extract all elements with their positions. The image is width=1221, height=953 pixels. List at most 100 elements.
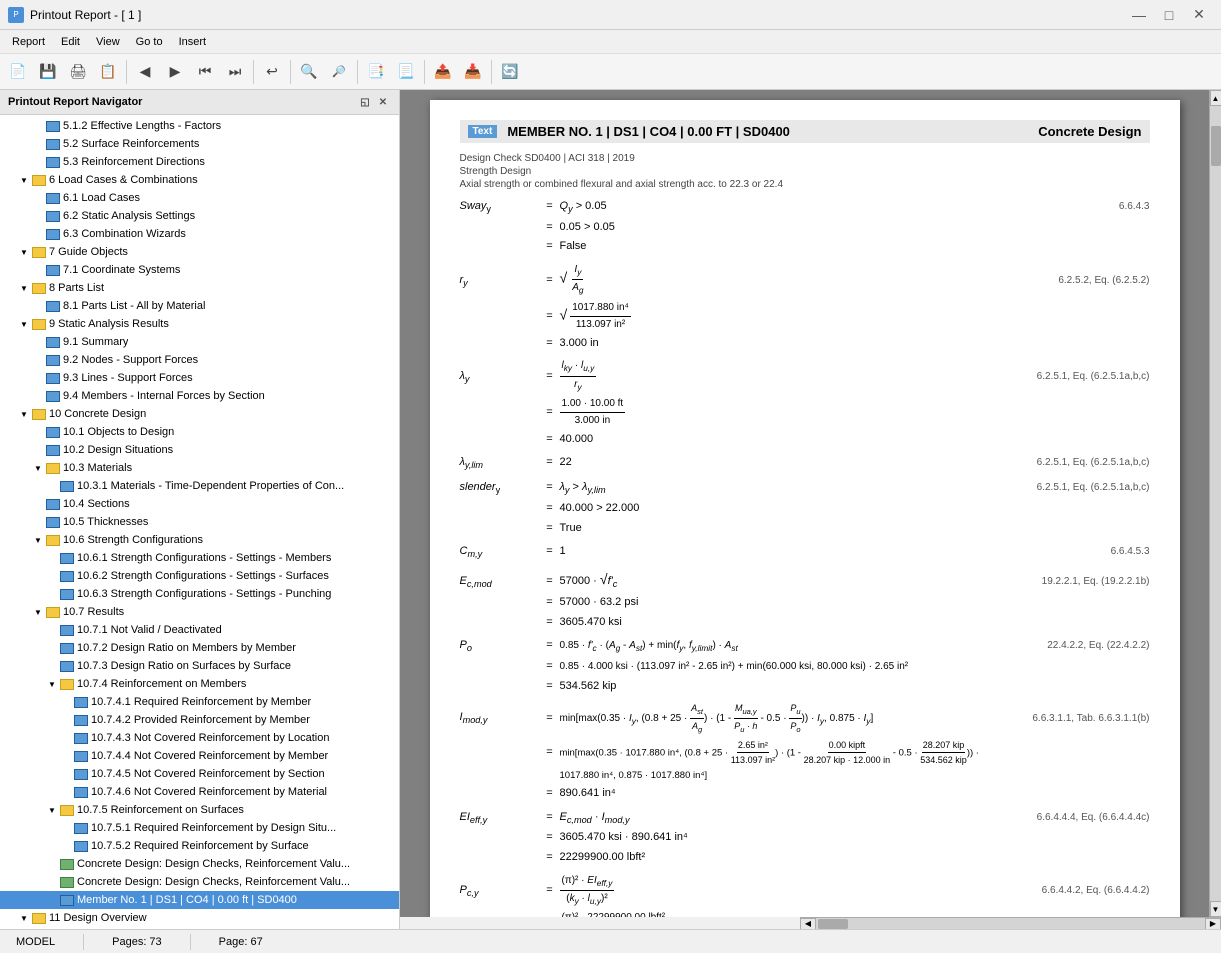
tree-item-10.7.4.5[interactable]: 10.7.4.5 Not Covered Reinforcement by Se… <box>0 765 399 783</box>
tree-icon-10.7.5 <box>60 805 74 816</box>
save-button[interactable]: 💾 <box>34 58 62 86</box>
tree-item-10[interactable]: ▼10 Concrete Design <box>0 405 399 423</box>
scroll-thumb[interactable] <box>1211 126 1221 166</box>
tree-item-10.6.2[interactable]: 10.6.2 Strength Configurations - Setting… <box>0 567 399 585</box>
tree-item-8[interactable]: ▼8 Parts List <box>0 279 399 297</box>
tree-label-7.1: 7.1 Coordinate Systems <box>63 264 180 276</box>
export-pdf-button[interactable]: 📑 <box>362 58 390 86</box>
tree-toggle-10.7.1 <box>46 624 58 636</box>
menu-insert[interactable]: Insert <box>171 34 215 50</box>
tree-item-10.7.4.6[interactable]: 10.7.4.6 Not Covered Reinforcement by Ma… <box>0 783 399 801</box>
tree-icon-5.1.2 <box>46 121 60 132</box>
tree-item-6.1[interactable]: 6.1 Load Cases <box>0 189 399 207</box>
scroll-left-arrow[interactable]: ◀ <box>800 918 816 930</box>
scroll-up-arrow[interactable]: ▲ <box>1210 90 1221 106</box>
tree-item-11[interactable]: ▼11 Design Overview <box>0 909 399 927</box>
tree-item-10.7.4.4[interactable]: 10.7.4.4 Not Covered Reinforcement by Me… <box>0 747 399 765</box>
tree-toggle-10.4 <box>32 498 44 510</box>
tree-item-10.7.5.1[interactable]: 10.7.5.1 Required Reinforcement by Desig… <box>0 819 399 837</box>
tree-item-cd2[interactable]: Concrete Design: Design Checks, Reinforc… <box>0 873 399 891</box>
send-button[interactable]: 📤 <box>429 58 457 86</box>
tree-item-10.3.1[interactable]: 10.3.1 Materials - Time-Dependent Proper… <box>0 477 399 495</box>
tree-item-5.1.2[interactable]: 5.1.2 Effective Lengths - Factors <box>0 117 399 135</box>
tree-label-5.3: 5.3 Reinforcement Directions <box>63 156 205 168</box>
tree-item-9.1[interactable]: 9.1 Summary <box>0 333 399 351</box>
tree-label-member1: Member No. 1 | DS1 | CO4 | 0.00 ft | SD0… <box>77 894 297 906</box>
prev-button[interactable]: ◀ <box>131 58 159 86</box>
tree-item-10.5[interactable]: 10.5 Thicknesses <box>0 513 399 531</box>
tree-item-6.3[interactable]: 6.3 Combination Wizards <box>0 225 399 243</box>
next-button[interactable]: ▶ <box>161 58 189 86</box>
nav-tree[interactable]: 5.1.2 Effective Lengths - Factors5.2 Sur… <box>0 115 399 929</box>
close-button[interactable]: ✕ <box>1185 4 1213 26</box>
tree-item-5.3[interactable]: 5.3 Reinforcement Directions <box>0 153 399 171</box>
tree-item-10.7.5.2[interactable]: 10.7.5.2 Required Reinforcement by Surfa… <box>0 837 399 855</box>
menu-goto[interactable]: Go to <box>128 34 171 50</box>
nav-close-button[interactable]: ✕ <box>375 94 391 110</box>
tree-toggle-10.6.3 <box>46 588 58 600</box>
back-button[interactable]: ↩ <box>258 58 286 86</box>
tree-item-10.2[interactable]: 10.2 Design Situations <box>0 441 399 459</box>
tree-item-10.3[interactable]: ▼10.3 Materials <box>0 459 399 477</box>
tree-item-10.7.2[interactable]: 10.7.2 Design Ratio on Members by Member <box>0 639 399 657</box>
tree-item-9.3[interactable]: 9.3 Lines - Support Forces <box>0 369 399 387</box>
menu-view[interactable]: View <box>88 34 128 50</box>
tree-item-7[interactable]: ▼7 Guide Objects <box>0 243 399 261</box>
tree-item-10.7.4.2[interactable]: 10.7.4.2 Provided Reinforcement by Membe… <box>0 711 399 729</box>
tree-item-10.7.3[interactable]: 10.7.3 Design Ratio on Surfaces by Surfa… <box>0 657 399 675</box>
tree-item-9.2[interactable]: 9.2 Nodes - Support Forces <box>0 351 399 369</box>
minimize-button[interactable]: — <box>1125 4 1153 26</box>
tree-item-7.1[interactable]: 7.1 Coordinate Systems <box>0 261 399 279</box>
last-button[interactable]: ⏭ <box>221 58 249 86</box>
tree-item-10.7.5[interactable]: ▼10.7.5 Reinforcement on Surfaces <box>0 801 399 819</box>
horizontal-scrollbar[interactable]: ◀ ▶ <box>800 917 1221 929</box>
tree-toggle-6.2 <box>32 210 44 222</box>
tree-item-member1[interactable]: Member No. 1 | DS1 | CO4 | 0.00 ft | SD0… <box>0 891 399 909</box>
tree-item-10.6.3[interactable]: 10.6.3 Strength Configurations - Setting… <box>0 585 399 603</box>
tree-icon-10.7.4.2 <box>74 715 88 726</box>
tree-item-9[interactable]: ▼9 Static Analysis Results <box>0 315 399 333</box>
first-button[interactable]: ⏮ <box>191 58 219 86</box>
tree-item-10.7.4.1[interactable]: 10.7.4.1 Required Reinforcement by Membe… <box>0 693 399 711</box>
tree-item-11.1[interactable]: 11.1 Design Overview <box>0 927 399 929</box>
scroll-right-arrow[interactable]: ▶ <box>1205 918 1221 930</box>
tree-item-10.6[interactable]: ▼10.6 Strength Configurations <box>0 531 399 549</box>
content-area[interactable]: Text MEMBER NO. 1 | DS1 | CO4 | 0.00 FT … <box>400 90 1209 917</box>
menu-edit[interactable]: Edit <box>53 34 88 50</box>
tree-item-9.4[interactable]: 9.4 Members - Internal Forces by Section <box>0 387 399 405</box>
tree-toggle-10.5 <box>32 516 44 528</box>
tree-item-5.2[interactable]: 5.2 Surface Reinforcements <box>0 135 399 153</box>
export-button[interactable]: 📃 <box>392 58 420 86</box>
refresh-button[interactable]: 🔄 <box>496 58 524 86</box>
tree-item-8.1[interactable]: 8.1 Parts List - All by Material <box>0 297 399 315</box>
tree-item-10.4[interactable]: 10.4 Sections <box>0 495 399 513</box>
formula-pcy: Pc,y = (π)² · EIeff,y (ky · lu,y)² 6.6.4… <box>460 873 1150 917</box>
maximize-button[interactable]: □ <box>1155 4 1183 26</box>
copy-button[interactable]: 📋 <box>94 58 122 86</box>
tree-item-cd1[interactable]: Concrete Design: Design Checks, Reinforc… <box>0 855 399 873</box>
h-scroll-thumb[interactable] <box>818 919 848 929</box>
receive-button[interactable]: 📥 <box>459 58 487 86</box>
report-header: Text MEMBER NO. 1 | DS1 | CO4 | 0.00 FT … <box>460 120 1150 143</box>
tree-item-6[interactable]: ▼6 Load Cases & Combinations <box>0 171 399 189</box>
nav-restore-button[interactable]: ◱ <box>357 94 373 110</box>
new-button[interactable]: 📄 <box>4 58 32 86</box>
tree-item-10.7[interactable]: ▼10.7 Results <box>0 603 399 621</box>
menu-report[interactable]: Report <box>4 34 53 50</box>
right-scrollbar[interactable]: ▲ ▼ <box>1209 90 1221 917</box>
tree-label-10.7.4.4: 10.7.4.4 Not Covered Reinforcement by Me… <box>91 750 328 762</box>
scroll-down-arrow[interactable]: ▼ <box>1210 901 1221 917</box>
zoom-out-button[interactable]: 🔎 <box>325 58 353 86</box>
tree-item-10.1[interactable]: 10.1 Objects to Design <box>0 423 399 441</box>
zoom-in-button[interactable]: 🔍 <box>295 58 323 86</box>
tree-item-10.7.4.3[interactable]: 10.7.4.3 Not Covered Reinforcement by Lo… <box>0 729 399 747</box>
tree-item-6.2[interactable]: 6.2 Static Analysis Settings <box>0 207 399 225</box>
tree-item-10.7.4[interactable]: ▼10.7.4 Reinforcement on Members <box>0 675 399 693</box>
tree-label-6: 6 Load Cases & Combinations <box>49 174 198 186</box>
tree-item-10.6.1[interactable]: 10.6.1 Strength Configurations - Setting… <box>0 549 399 567</box>
tree-item-10.7.1[interactable]: 10.7.1 Not Valid / Deactivated <box>0 621 399 639</box>
tree-toggle-10.7.4.6 <box>60 786 72 798</box>
print-button[interactable]: 🖨 <box>64 58 92 86</box>
formula-ecmod: Ec,mod = 57000 · √f'c 19.2.2.1, Eq. (19.… <box>460 568 1150 631</box>
tree-icon-10.4 <box>46 499 60 510</box>
